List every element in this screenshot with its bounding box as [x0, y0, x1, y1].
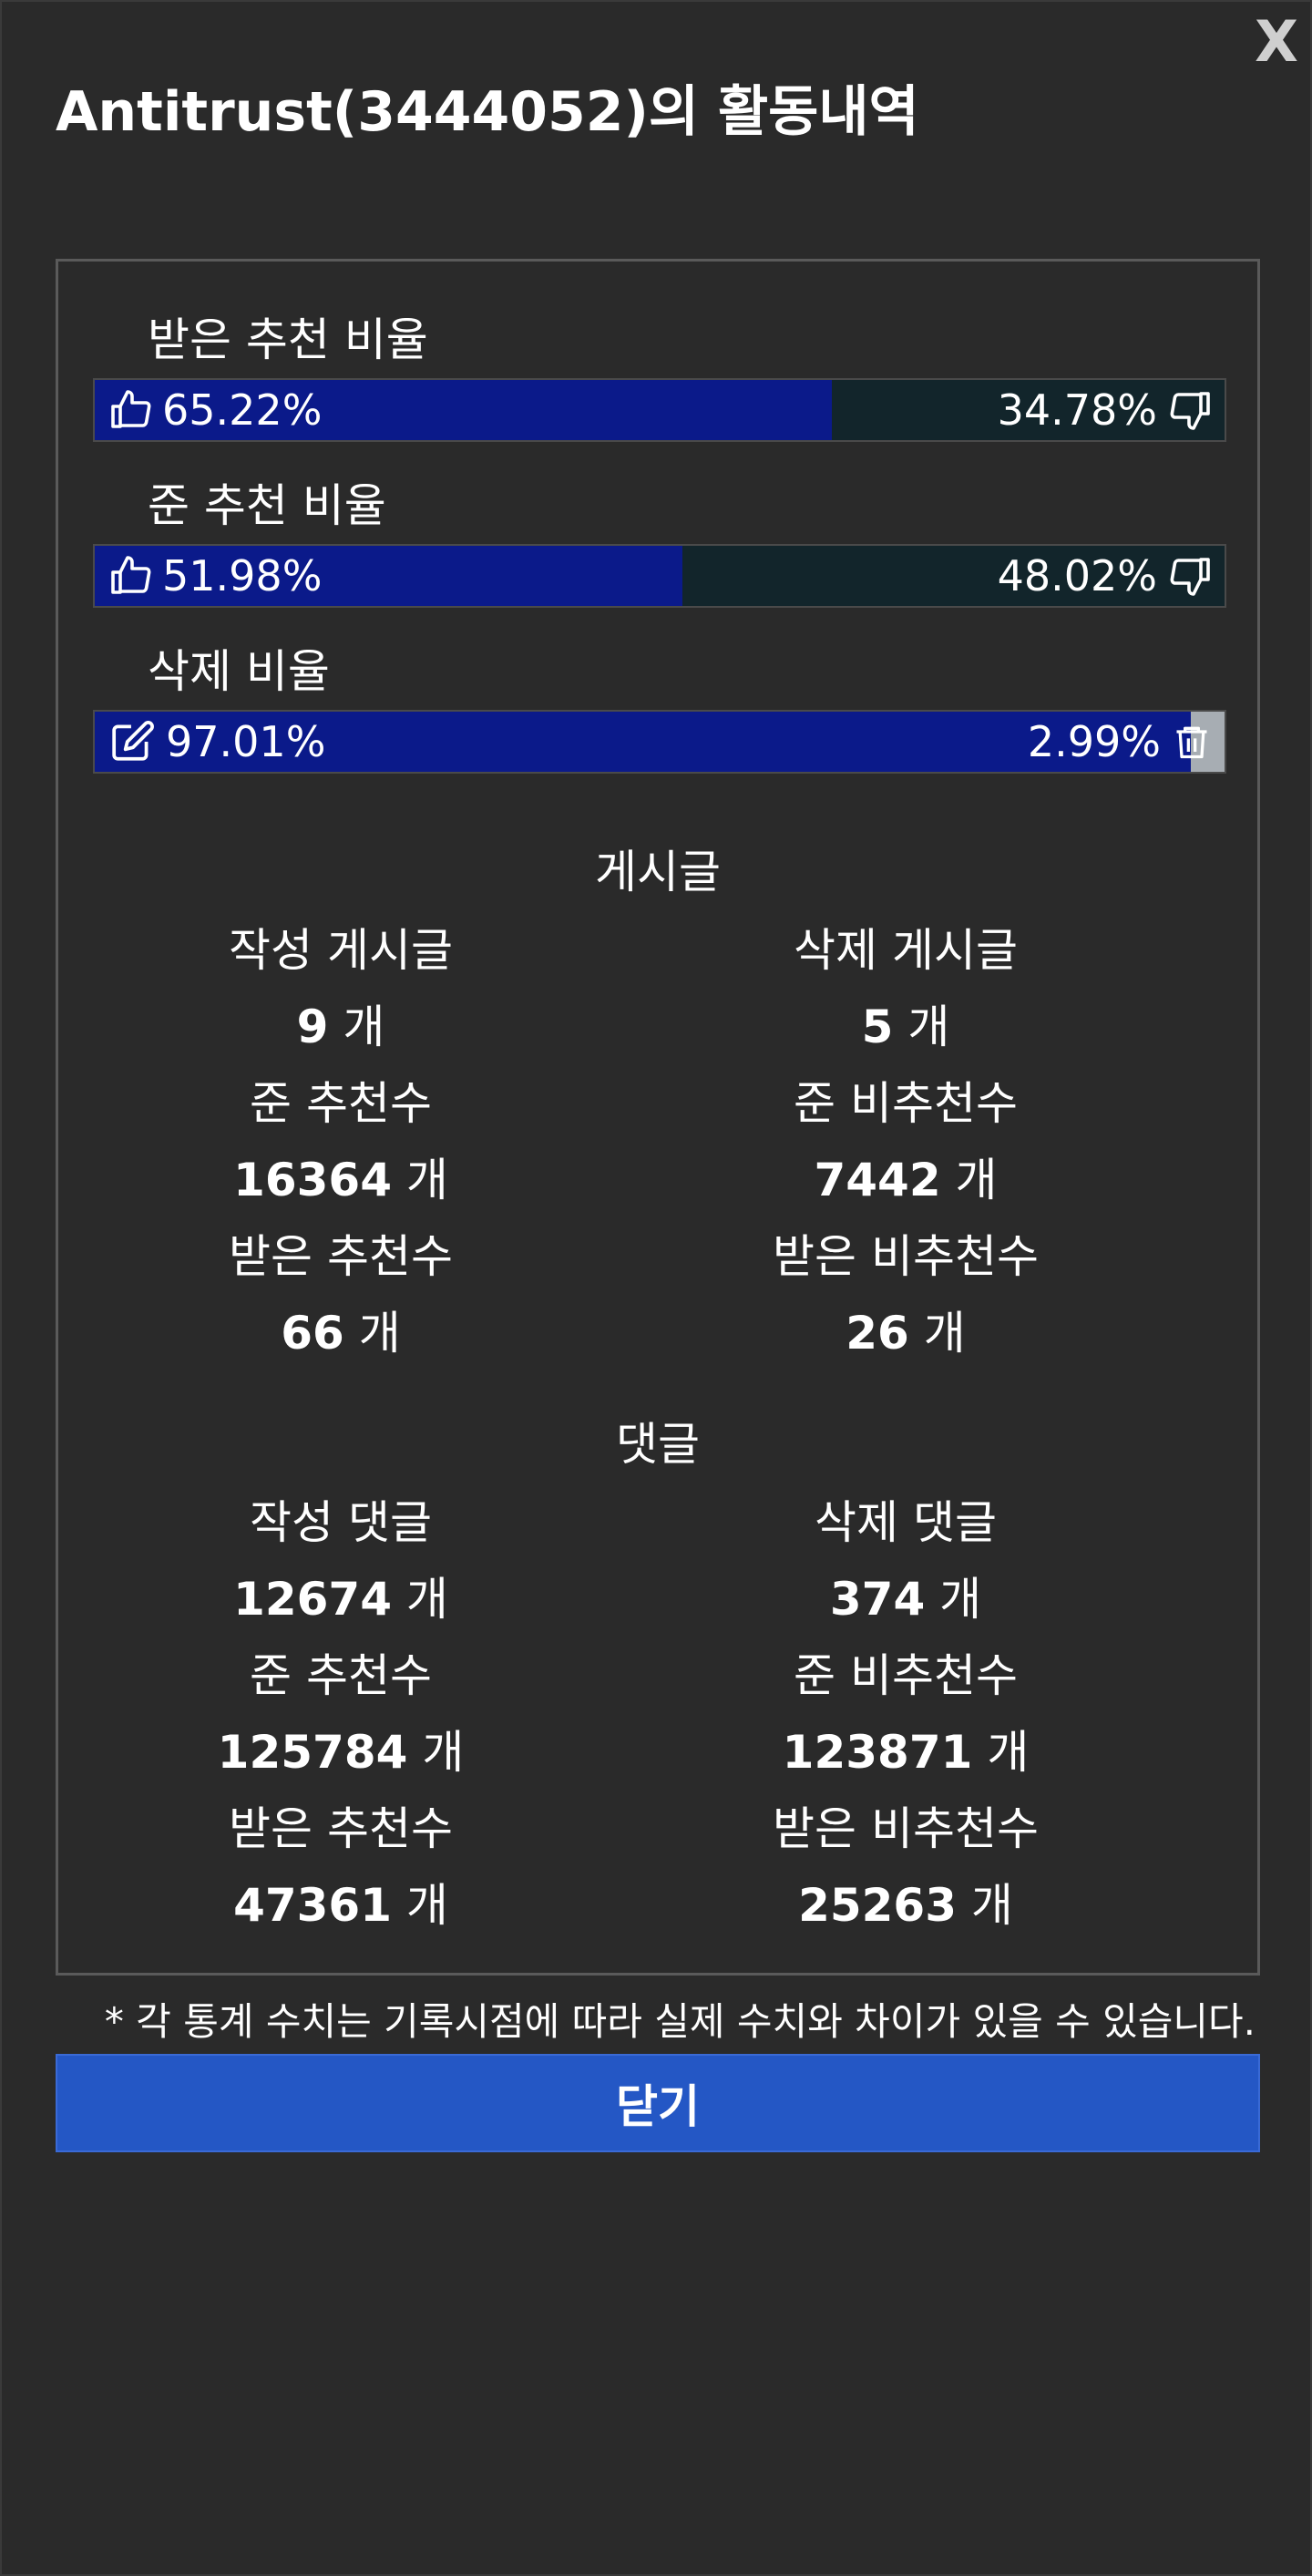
comments-given-down-value: 123871 개 [782, 1726, 1030, 1779]
kept-percent: 97.01% [166, 717, 326, 766]
thumbs-up-icon [111, 390, 151, 428]
close-button[interactable]: 닫기 [56, 2054, 1260, 2152]
close-x-button[interactable]: X [1250, 5, 1305, 78]
received-up-percent: 65.22% [162, 385, 323, 435]
comments-written-value: 12674 개 [233, 1573, 448, 1626]
deleted-percent: 2.99% [1027, 717, 1161, 766]
stats-box: 받은 추천 비율 65.22% 34.78% 준 추천 비율 51.98% 48… [56, 259, 1260, 1976]
received-down-percent: 34.78% [997, 385, 1157, 435]
trash-icon [1176, 726, 1207, 759]
given-ratio-bar: 51.98% 48.02% [93, 544, 1226, 608]
stats-footnote: * 각 통계 수치는 기록시점에 따라 실제 수치와 차이가 있을 수 있습니다… [104, 1999, 1256, 2044]
posts-received-up-label: 받은 추천수 [229, 1230, 453, 1283]
posts-given-up-label: 준 추천수 [250, 1077, 432, 1130]
thumbs-down-icon [1170, 392, 1210, 430]
comments-deleted-label: 삭제 댓글 [815, 1496, 997, 1549]
edit-icon [112, 721, 154, 761]
received-ratio-bar: 65.22% 34.78% [93, 378, 1226, 442]
posts-given-down-value: 7442 개 [814, 1154, 998, 1206]
thumbs-down-icon [1170, 558, 1210, 596]
comments-given-up-label: 준 추천수 [250, 1649, 432, 1702]
delete-ratio-bar: 97.01% 2.99% [93, 710, 1226, 774]
activity-modal: X Antitrust(3444052)의 활동내역 받은 추천 비율 65.2… [0, 0, 1312, 2576]
posts-received-down-value: 26 개 [846, 1307, 966, 1360]
posts-section-title: 게시글 [595, 846, 721, 898]
comments-received-up-value: 47361 개 [233, 1879, 448, 1932]
thumbs-up-icon [111, 556, 151, 594]
posts-deleted-label: 삭제 게시글 [794, 924, 1018, 977]
comments-section-title: 댓글 [616, 1418, 700, 1471]
delete-ratio-label: 삭제 비율 [148, 645, 330, 698]
given-ratio-label: 준 추천 비율 [148, 479, 386, 532]
comments-written-label: 작성 댓글 [250, 1496, 432, 1549]
posts-received-down-label: 받은 비추천수 [773, 1230, 1039, 1283]
comments-deleted-value: 374 개 [829, 1573, 982, 1626]
comments-received-down-value: 25263 개 [798, 1879, 1013, 1932]
posts-received-up-value: 66 개 [281, 1307, 401, 1360]
posts-given-up-value: 16364 개 [233, 1154, 448, 1206]
posts-given-down-label: 준 비추천수 [794, 1077, 1018, 1130]
posts-deleted-value: 5 개 [861, 1001, 950, 1053]
posts-written-label: 작성 게시글 [229, 924, 453, 977]
comments-given-down-label: 준 비추천수 [794, 1649, 1018, 1702]
modal-title: Antitrust(3444052)의 활동내역 [56, 80, 919, 144]
received-ratio-label: 받은 추천 비율 [148, 313, 428, 366]
posts-written-value: 9 개 [296, 1001, 385, 1053]
comments-given-up-value: 125784 개 [217, 1726, 465, 1779]
comments-received-up-label: 받은 추천수 [229, 1802, 453, 1855]
given-down-percent: 48.02% [997, 551, 1157, 600]
comments-received-down-label: 받은 비추천수 [773, 1802, 1039, 1855]
given-up-percent: 51.98% [162, 551, 323, 600]
